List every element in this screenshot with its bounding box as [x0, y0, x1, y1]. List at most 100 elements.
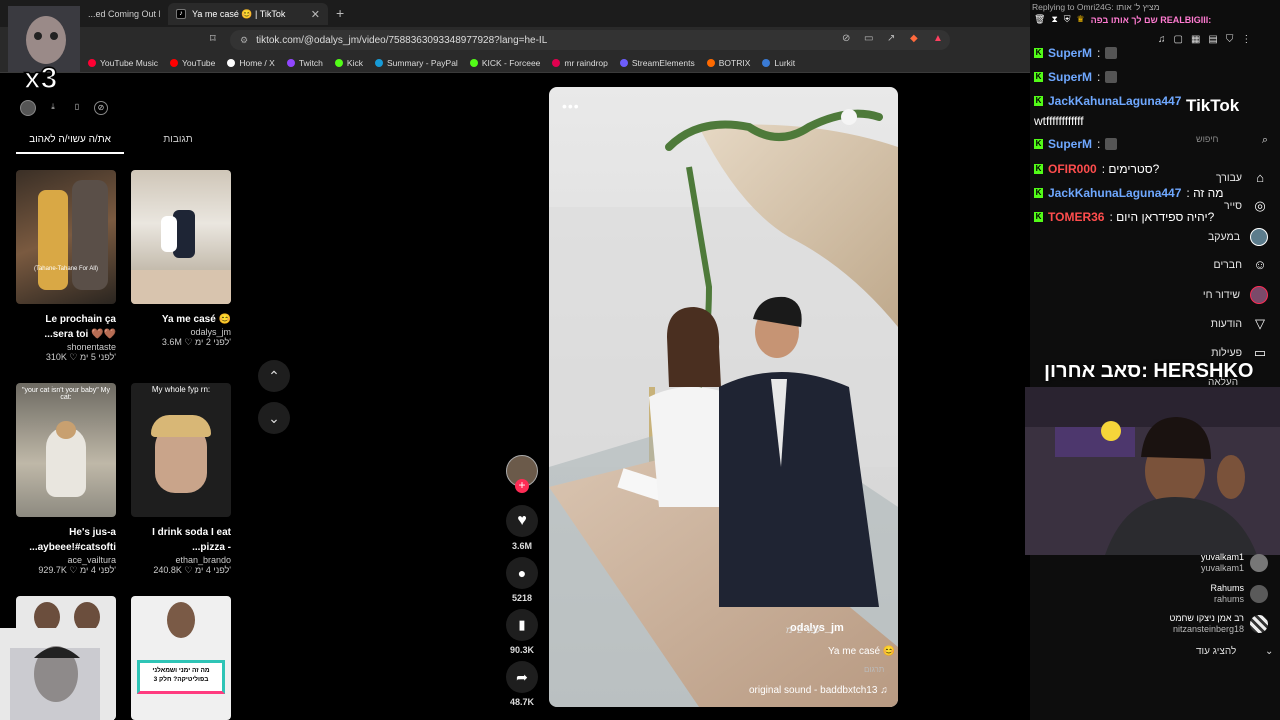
bookmark-kick-forceee[interactable]: KICK - Forceee: [469, 58, 540, 68]
bookmark-youtube[interactable]: YouTube: [169, 58, 215, 68]
sidebar-item-for-you[interactable]: עבורך ⌂: [1150, 170, 1268, 186]
chat-username[interactable]: SuperM: [1048, 137, 1092, 151]
like-action[interactable]: ♥ 3.6M: [506, 505, 538, 551]
thumb-caption: "your cat isn't your baby" My cat:: [21, 387, 110, 401]
video-card[interactable]: "your cat isn't your baby" My cat: He's …: [16, 383, 116, 576]
video-time: לפני 2 ימ': [786, 625, 822, 635]
followed-account[interactable]: Rahums rahums: [1140, 583, 1268, 605]
pinned-message: 🗑 ⧗ ⛨ ♛ שם לך אותו בפה REALBIGIII:: [1034, 14, 1211, 25]
brave-shield-icon[interactable]: ◆: [910, 33, 918, 44]
shield-icon[interactable]: ⛉: [1226, 34, 1242, 45]
kick-badge-icon: K: [1034, 188, 1043, 198]
chat-username[interactable]: OFIR000: [1048, 162, 1097, 176]
bookmark-twitch[interactable]: Twitch: [286, 58, 323, 68]
sidebar-item-following[interactable]: במעקב: [1150, 228, 1268, 246]
follow-plus-icon[interactable]: +: [515, 479, 529, 493]
heart-icon[interactable]: ♥: [506, 505, 538, 537]
hourglass-icon[interactable]: ⧗: [1051, 14, 1057, 25]
youtube-icon: [169, 58, 178, 67]
avatar[interactable]: [20, 100, 36, 116]
card-title: I drink soda I eat ...pizza -: [152, 527, 231, 553]
chat-username[interactable]: JackKahunaLaguna447: [1048, 94, 1181, 108]
author-avatar[interactable]: +: [506, 455, 538, 493]
menu-icon[interactable]: ⋮: [1241, 34, 1259, 45]
kick-badge-icon: K: [1034, 164, 1043, 174]
sidebar-item-label: שידור חי: [1202, 289, 1240, 301]
tab-comments[interactable]: תגובות: [124, 130, 232, 154]
chat-text: :: [1097, 70, 1101, 84]
chat-message: K OFIR000 : סטרימים?: [1034, 162, 1159, 176]
tiktok-logo[interactable]: TikTok: [1186, 96, 1239, 116]
video-card[interactable]: מה זה ימני ושמאלני בפוליטיקה? חלק 3: [131, 596, 231, 720]
comment-icon[interactable]: ●: [506, 557, 538, 589]
account-name: Rahums: [1210, 583, 1244, 593]
bookmark-x[interactable]: Home / X: [227, 58, 275, 68]
comment-action[interactable]: ● 5218: [506, 557, 538, 603]
chat-text: wtffffffffffff: [1034, 114, 1084, 128]
grid-icon[interactable]: ▦: [1191, 34, 1208, 45]
sidebar-item-friends[interactable]: חברים ☺: [1150, 257, 1268, 273]
previous-video-button[interactable]: ⌃: [258, 360, 290, 392]
bookmark-mr-raindrop[interactable]: mr raindrop: [552, 58, 608, 68]
bookmark-streamelements[interactable]: StreamElements: [619, 58, 695, 68]
site-settings-icon[interactable]: ⚙: [240, 35, 248, 46]
show-more-link[interactable]: להציג עוד ⌄: [1196, 646, 1273, 657]
video-sound[interactable]: original sound - baddbxtch13 ♫: [749, 685, 888, 696]
video-thumbnail: "your cat isn't your baby" My cat:: [16, 383, 116, 517]
trash-icon[interactable]: 🗑: [1034, 14, 1045, 25]
followed-account[interactable]: yuvalkam1 yuvalkam1: [1140, 552, 1268, 574]
video-card[interactable]: Ya me casé 😊 odalys_jm 3.6M ♡ לפני 2 ימ': [131, 170, 231, 348]
tab-you-may-like[interactable]: את/ה עשוי/ה לאהוב: [16, 130, 124, 154]
browser-tab-inactive[interactable]: ...ed Coming Out Mome: [80, 3, 160, 25]
next-video-button[interactable]: ⌄: [258, 402, 290, 434]
sidebar-item-live[interactable]: שידור חי: [1150, 286, 1268, 304]
card-user[interactable]: ace_vailtura: [16, 555, 116, 565]
sidebar-item-activity[interactable]: פעילות ▭: [1150, 345, 1268, 361]
video-card[interactable]: (Tahane-Tahane For All) Le prochain ça .…: [16, 170, 116, 363]
card-user[interactable]: shonentaste: [16, 342, 116, 352]
translate-link[interactable]: תרגום: [864, 665, 884, 674]
mute-icon[interactable]: ⊘: [842, 33, 850, 44]
chat-toolbar: ♫▢▦▤⛉⋮: [1158, 34, 1259, 45]
chat-username[interactable]: SuperM: [1048, 46, 1092, 60]
bookmark-youtube-music[interactable]: YouTube Music: [88, 58, 158, 68]
bookmark-icon[interactable]: ⌑: [210, 32, 216, 45]
video-card[interactable]: My whole fyp rn: I drink soda I eat ...p…: [131, 383, 231, 576]
card-user[interactable]: odalys_jm: [131, 327, 231, 337]
sidebar-item-explore[interactable]: סייר ◎: [1150, 198, 1268, 214]
share-icon[interactable]: ↗: [887, 33, 895, 44]
download-icon[interactable]: ⤓: [46, 101, 60, 115]
bookmark-kick[interactable]: Kick: [334, 58, 363, 68]
browser-tab-active[interactable]: ♪ Ya me casé 😊 | TikTok ✕: [168, 3, 328, 25]
card-user[interactable]: ethan_brando: [131, 555, 231, 565]
sidebar-item-messages[interactable]: הודעות ▽: [1150, 316, 1268, 332]
bookmark-count: 90.3K: [509, 645, 535, 655]
bookmark-action[interactable]: ▮ 90.3K: [506, 609, 538, 655]
bookmark-botrix[interactable]: BOTRIX: [706, 58, 750, 68]
avatar: [1250, 615, 1268, 633]
bookmark-icon[interactable]: ▮: [506, 609, 538, 641]
more-options-icon[interactable]: •••: [562, 98, 580, 114]
chat-username[interactable]: SuperM: [1048, 70, 1092, 84]
new-tab-button[interactable]: +: [336, 5, 344, 21]
screen-icon[interactable]: ▭: [864, 33, 873, 44]
square-icon[interactable]: ▢: [1174, 34, 1191, 45]
compass-icon[interactable]: ⊘: [94, 101, 108, 115]
bookmark-paypal[interactable]: Summary - PayPal: [374, 58, 458, 68]
music-icon[interactable]: ♫: [1158, 34, 1174, 45]
brave-rewards-icon[interactable]: ▲: [933, 33, 943, 44]
chat-username[interactable]: TOMER36: [1048, 210, 1104, 224]
close-tab-icon[interactable]: ✕: [311, 8, 320, 21]
bookmark-lurkit[interactable]: Lurkit: [762, 58, 795, 68]
share-action[interactable]: ➦ 48.7K: [506, 661, 538, 707]
followed-account[interactable]: רב אמן ניצקו שחמט nitzansteinberg18: [1140, 613, 1268, 635]
phone-icon[interactable]: ▯: [70, 101, 84, 115]
search-input[interactable]: חיפוש ⌕: [1196, 134, 1268, 152]
video-player[interactable]: [549, 87, 898, 707]
wallet-icon[interactable]: ▤: [1208, 34, 1225, 45]
chat-text: :: [1097, 137, 1101, 151]
bookmarks-bar: YouTube Music YouTube Home / X Twitch Ki…: [0, 53, 1030, 73]
account-name: רב אמן ניצקו שחמט: [1169, 613, 1244, 623]
search-icon[interactable]: ⌕: [1262, 134, 1268, 152]
share-arrow-icon[interactable]: ➦: [506, 661, 538, 693]
